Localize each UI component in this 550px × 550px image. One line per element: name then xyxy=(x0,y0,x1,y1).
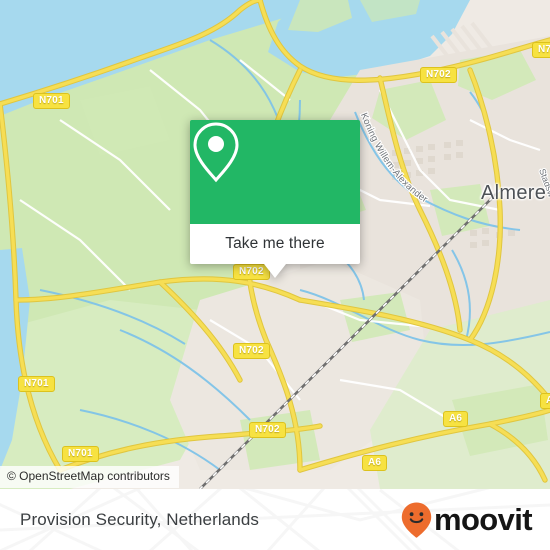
map-pin-icon xyxy=(193,122,239,183)
road-shield-n702-2: N702 xyxy=(532,42,550,58)
moovit-wordmark: moovit xyxy=(433,502,533,537)
moovit-smiley-pin-icon xyxy=(401,502,432,538)
screenshot-root: Koning Willem-Alexanderwetering Stadsw A… xyxy=(0,0,550,550)
road-shield-n701-6: N701 xyxy=(62,446,99,462)
moovit-brand[interactable]: moovit xyxy=(400,501,533,539)
road-shield-a6-9: A6 xyxy=(362,455,388,471)
road-shield-a6-8: A6 xyxy=(443,411,469,427)
callout-icon-panel xyxy=(190,120,360,224)
map-canvas[interactable]: Koning Willem-Alexanderwetering Stadsw A… xyxy=(0,0,550,489)
footer-bar: Provision Security, Netherlands moovit xyxy=(0,489,550,550)
callout-tail xyxy=(264,264,286,278)
road-shield-a6-10: A6 xyxy=(540,393,550,409)
road-shield-n702-7: N702 xyxy=(249,422,286,438)
road-shield-n701-0: N701 xyxy=(33,93,70,109)
take-me-there-callout[interactable]: Take me there xyxy=(190,120,360,278)
place-title: Provision Security, Netherlands xyxy=(20,509,259,529)
callout-action-bar[interactable]: Take me there xyxy=(190,224,360,264)
road-shield-n702-4: N702 xyxy=(233,343,270,359)
road-shield-n701-5: N701 xyxy=(18,376,55,392)
map-attribution[interactable]: © OpenStreetMap contributors xyxy=(0,466,179,488)
road-shield-n702-1: N702 xyxy=(420,67,457,83)
take-me-there-label: Take me there xyxy=(225,235,325,252)
